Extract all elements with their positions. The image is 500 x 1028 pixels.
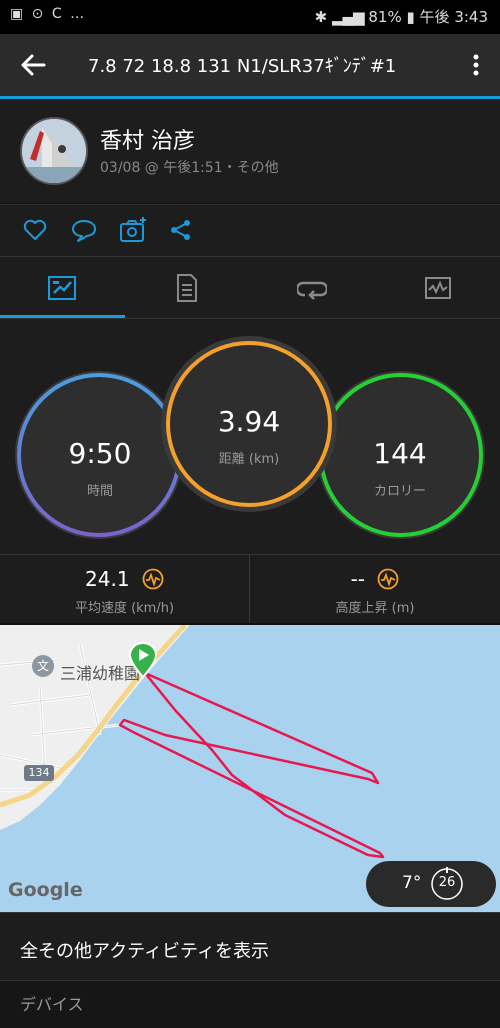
heart-icon[interactable] xyxy=(22,217,48,243)
weather-badge[interactable]: 7° 26 xyxy=(366,861,496,907)
pulse-icon xyxy=(377,568,399,590)
start-marker-icon[interactable] xyxy=(128,641,158,679)
battery-text: 81% xyxy=(368,8,402,26)
show-all-activities-button[interactable]: 全その他アクティビティを表示 xyxy=(0,912,500,981)
stat-calories: 144 カロリー xyxy=(340,437,460,499)
google-logo: Google xyxy=(8,879,83,901)
wind-value: 26 xyxy=(438,875,456,890)
school-poi-icon: 文 xyxy=(32,655,54,677)
avg-speed-label: 平均速度 (km/h) xyxy=(74,601,175,616)
status-right: ✱ ▂▄▆ 81% ▮ 午後 3:43 xyxy=(315,6,488,27)
add-photo-icon[interactable] xyxy=(118,215,148,245)
activity-header: 香村 治彦 03/08 @ 午後1:51・その他 xyxy=(0,99,500,203)
stat-distance: 3.94 距離 (km) xyxy=(180,405,318,467)
comment-icon[interactable] xyxy=(70,217,98,243)
avatar-photo-icon xyxy=(22,119,86,183)
laps-icon xyxy=(297,281,327,300)
pulse-icon xyxy=(142,568,164,590)
app-bar: 7.8 72 18.8 131 N1/SLR37ｷﾞﾝﾃﾞ#1 xyxy=(0,34,500,96)
chart-icon xyxy=(425,277,451,299)
tab-charts[interactable] xyxy=(375,257,500,319)
share-icon[interactable] xyxy=(168,217,194,243)
distance-value: 3.94 xyxy=(217,405,281,438)
calories-label: カロリー xyxy=(373,484,426,499)
more-vert-icon[interactable] xyxy=(464,50,488,80)
calories-value: 144 xyxy=(373,437,427,470)
avg-speed-value: 24.1 xyxy=(85,567,130,591)
status-left-icons: ▣ ⊙ C … xyxy=(10,6,87,22)
activity-title: 7.8 72 18.8 131 N1/SLR37ｷﾞﾝﾃﾞ#1 xyxy=(88,56,397,77)
document-icon xyxy=(177,274,197,302)
signal-icon: ▂▄▆ xyxy=(331,8,365,26)
summary-stats: 9:50 時間 3.94 距離 (km) 144 カロリー xyxy=(0,318,500,555)
show-all-label: 全その他アクティビティを表示 xyxy=(20,941,269,962)
devices-section: デバイス xyxy=(0,980,500,1028)
devices-label: デバイス xyxy=(20,995,84,1014)
avg-speed-cell[interactable]: 24.1 平均速度 (km/h) xyxy=(0,555,250,623)
tab-laps[interactable] xyxy=(250,257,375,319)
elevation-gain-cell[interactable]: -- 高度上昇 (m) xyxy=(250,555,500,623)
elevation-gain-label: 高度上昇 (m) xyxy=(335,601,415,616)
metrics-row: 24.1 平均速度 (km/h) -- 高度上昇 (m) xyxy=(0,554,500,623)
battery-icon: ▮ xyxy=(406,8,415,26)
route-track xyxy=(118,671,385,859)
bluetooth-icon: ✱ xyxy=(314,8,328,26)
user-name[interactable]: 香村 治彦 xyxy=(100,123,195,155)
time-value: 9:50 xyxy=(68,437,132,470)
time-label: 時間 xyxy=(86,484,113,499)
avatar[interactable] xyxy=(20,117,88,185)
back-arrow-icon[interactable] xyxy=(18,50,48,80)
clock: 午後 3:43 xyxy=(419,8,488,26)
distance-label: 距離 (km) xyxy=(218,452,280,467)
temperature: 7° xyxy=(402,873,422,893)
tab-overview[interactable] xyxy=(0,257,125,319)
social-actions xyxy=(0,204,500,257)
tab-bar xyxy=(0,256,500,319)
stat-time: 9:50 時間 xyxy=(40,437,160,499)
overview-icon xyxy=(48,276,76,300)
elevation-gain-value: -- xyxy=(350,567,366,591)
route-map[interactable]: 文 三浦幼稚園 134 Google 7° 26 xyxy=(0,625,500,912)
route-shield: 134 xyxy=(24,765,54,781)
status-bar: ▣ ⊙ C … ✱ ▂▄▆ 81% ▮ 午後 3:43 xyxy=(0,0,500,34)
tab-details[interactable] xyxy=(125,257,250,319)
activity-date: 03/08 @ 午後1:51・その他 xyxy=(100,160,279,176)
